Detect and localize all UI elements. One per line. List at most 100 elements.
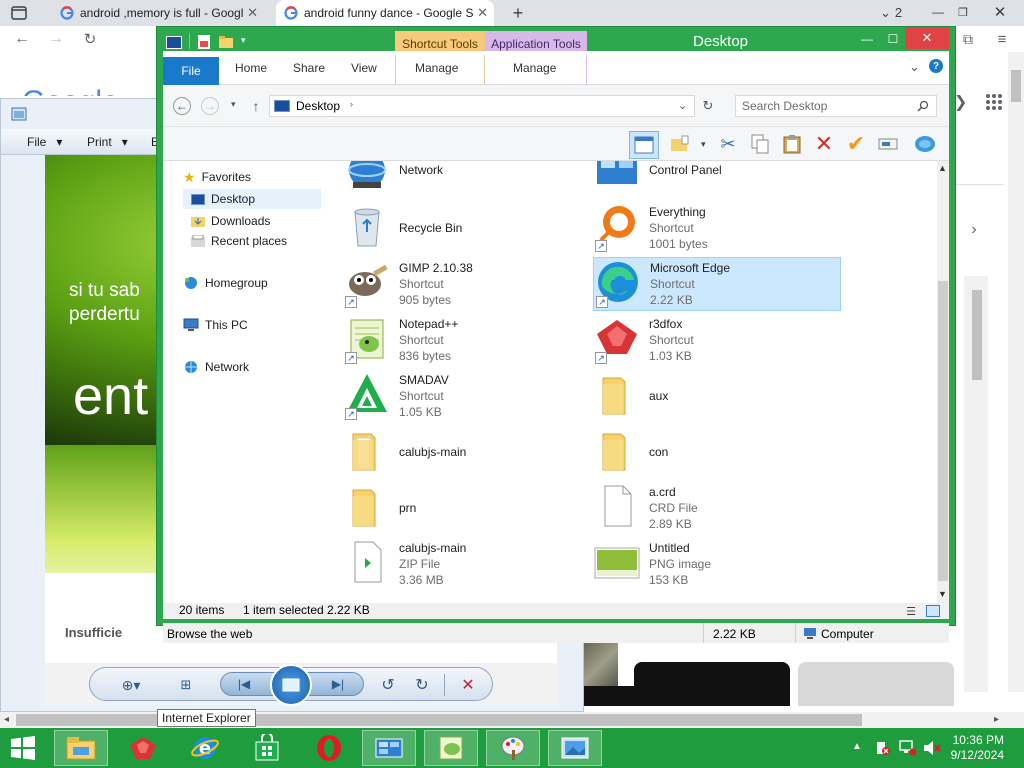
scroll-right-icon[interactable]: ▸ <box>994 714 999 725</box>
scroll-thumb[interactable] <box>972 290 982 380</box>
forward-icon[interactable]: → <box>201 97 219 115</box>
taskbar-r3dfox[interactable] <box>116 730 170 766</box>
rotate-right-icon[interactable]: ↻ <box>412 675 432 695</box>
customize-qat-icon[interactable]: ▾ <box>241 35 246 46</box>
file-item-control-panel[interactable]: Control Panel <box>593 161 841 197</box>
file-item-recycle-bin[interactable]: Recycle Bin <box>343 201 591 255</box>
properties-icon[interactable] <box>197 35 211 49</box>
result-card[interactable] <box>798 662 954 706</box>
close-icon[interactable]: ✕ <box>905 27 949 49</box>
scroll-left-icon[interactable]: ◂ <box>4 714 9 725</box>
dropdown-arrow-icon[interactable]: ▾ <box>701 139 706 150</box>
search-input[interactable]: Search Desktop <box>735 95 937 117</box>
extensions-icon[interactable]: ⧉ <box>958 30 978 48</box>
scroll-thumb[interactable] <box>1011 70 1021 102</box>
scroll-thumb[interactable] <box>938 281 948 581</box>
paste-icon[interactable] <box>781 133 803 155</box>
nav-downloads[interactable]: Downloads <box>183 211 321 231</box>
scroll-down-icon[interactable]: ▼ <box>938 589 947 599</box>
tab-manage-application[interactable]: Manage <box>513 61 556 75</box>
taskbar-opera[interactable] <box>302 730 356 766</box>
close-tab-icon[interactable]: ✕ <box>247 5 258 21</box>
tab-home[interactable]: Home <box>235 61 267 75</box>
file-item-edge[interactable]: ↗ Microsoft Edge Shortcut 2.22 KB <box>593 257 841 311</box>
file-item-folder[interactable]: aux <box>593 369 841 423</box>
restore-icon[interactable]: ❐ <box>955 4 971 20</box>
folder-options-icon[interactable] <box>669 133 691 155</box>
checkmark-icon[interactable]: ✔ <box>845 131 867 156</box>
close-window-icon[interactable]: ✕ <box>990 2 1010 22</box>
zoom-icon[interactable]: ⊕▾ <box>116 675 146 695</box>
network-status-icon[interactable] <box>898 739 918 757</box>
tab-view[interactable]: View <box>351 61 377 75</box>
file-item-folder[interactable]: con <box>593 425 841 479</box>
tab-search-icon[interactable] <box>10 5 28 21</box>
globe-icon[interactable] <box>913 133 937 155</box>
large-icons-view-icon[interactable] <box>925 604 941 618</box>
scroll-thumb[interactable] <box>16 714 862 726</box>
file-list-scrollbar[interactable]: ▲ ▼ <box>937 161 949 603</box>
file-item-everything[interactable]: ↗ Everything Shortcut 1001 bytes <box>593 201 841 255</box>
nav-favorites[interactable]: ★ Favorites <box>183 167 323 187</box>
page-scrollbar[interactable] <box>1008 52 1024 692</box>
minimize-icon[interactable]: — <box>855 29 879 49</box>
chevron-down-icon[interactable]: ⌄ <box>678 99 687 112</box>
volume-muted-icon[interactable] <box>922 739 942 757</box>
tab-share[interactable]: Share <box>293 61 325 75</box>
taskbar-paint[interactable] <box>486 730 540 766</box>
nav-desktop[interactable]: Desktop <box>183 189 321 209</box>
maximize-icon[interactable]: ☐ <box>881 29 905 49</box>
slideshow-button[interactable] <box>270 664 312 706</box>
recent-locations-icon[interactable]: ▾ <box>231 99 236 110</box>
taskbar-notepadpp[interactable] <box>424 730 478 766</box>
nav-this-pc[interactable]: This PC <box>183 315 323 335</box>
file-item-crd[interactable]: a.crd CRD File 2.89 KB <box>593 481 841 535</box>
file-item-gimp[interactable]: ↗ GIMP 2.10.38 Shortcut 905 bytes <box>343 257 591 311</box>
rotate-left-icon[interactable]: ↺ <box>378 675 398 695</box>
image-panel-scrollbar[interactable] <box>964 276 988 692</box>
browser-tab-1[interactable]: android ,memory is full - Googl ✕ <box>52 0 264 26</box>
taskbar-internet-explorer[interactable]: e <box>178 730 232 766</box>
horizontal-scrollbar[interactable]: ◂ ▸ <box>0 712 1024 728</box>
file-item-notepadpp[interactable]: ↗ Notepad++ Shortcut 836 bytes <box>343 313 591 367</box>
forward-icon[interactable]: → <box>46 30 66 48</box>
taskbar-photo-viewer[interactable] <box>548 730 602 766</box>
tab-list-dropdown[interactable]: ⌄ 2 <box>880 5 902 21</box>
copy-icon[interactable] <box>749 133 771 155</box>
rename-icon[interactable] <box>877 133 899 155</box>
delete-icon[interactable]: ✕ <box>458 675 478 695</box>
expand-ribbon-icon[interactable]: ⌄ <box>909 59 920 75</box>
taskbar-file-explorer[interactable] <box>54 730 108 766</box>
apps-grid-icon[interactable] <box>984 92 1004 112</box>
print-menu[interactable]: Print ▾ <box>87 135 128 149</box>
google-logo[interactable]: Google <box>22 82 119 96</box>
file-item-folder[interactable]: prn <box>343 481 591 535</box>
action-center-icon[interactable] <box>874 739 892 757</box>
refresh-icon[interactable]: ↻ <box>699 97 717 115</box>
file-menu[interactable]: File ▾ <box>27 135 62 149</box>
nav-recent-places[interactable]: Recent places <box>183 231 321 251</box>
next-icon[interactable]: ▶| <box>328 676 348 692</box>
file-item-zip[interactable]: calubjs-main ZIP File 3.36 MB <box>343 537 591 591</box>
new-tab-icon[interactable]: + <box>508 3 528 23</box>
result-card[interactable] <box>634 662 790 706</box>
help-icon[interactable]: ? <box>929 59 943 73</box>
details-view-icon[interactable]: ☰ <box>903 604 919 618</box>
file-item-folder[interactable]: calubjs-main <box>343 425 591 479</box>
search-icon[interactable] <box>916 99 930 113</box>
breadcrumb-chevron-icon[interactable]: › <box>350 99 353 109</box>
chevron-right-icon[interactable]: › <box>966 220 982 240</box>
cut-icon[interactable]: ✂ <box>717 133 739 155</box>
delete-icon[interactable]: ✕ <box>813 131 835 156</box>
taskbar-store[interactable] <box>240 730 294 766</box>
minimize-icon[interactable]: — <box>930 4 946 20</box>
file-item-r3dfox[interactable]: ↗ r3dfox Shortcut 1.03 KB <box>593 313 841 367</box>
scroll-up-icon[interactable]: ▲ <box>938 163 947 173</box>
previous-icon[interactable]: |◀ <box>234 676 254 692</box>
back-icon[interactable]: ← <box>173 97 191 115</box>
tab-file[interactable]: File <box>163 57 219 85</box>
back-icon[interactable]: ← <box>12 30 32 48</box>
address-bar[interactable]: Desktop › ⌄ <box>269 95 695 117</box>
up-icon[interactable]: ↑ <box>249 97 263 115</box>
reload-icon[interactable]: ↻ <box>80 30 100 48</box>
